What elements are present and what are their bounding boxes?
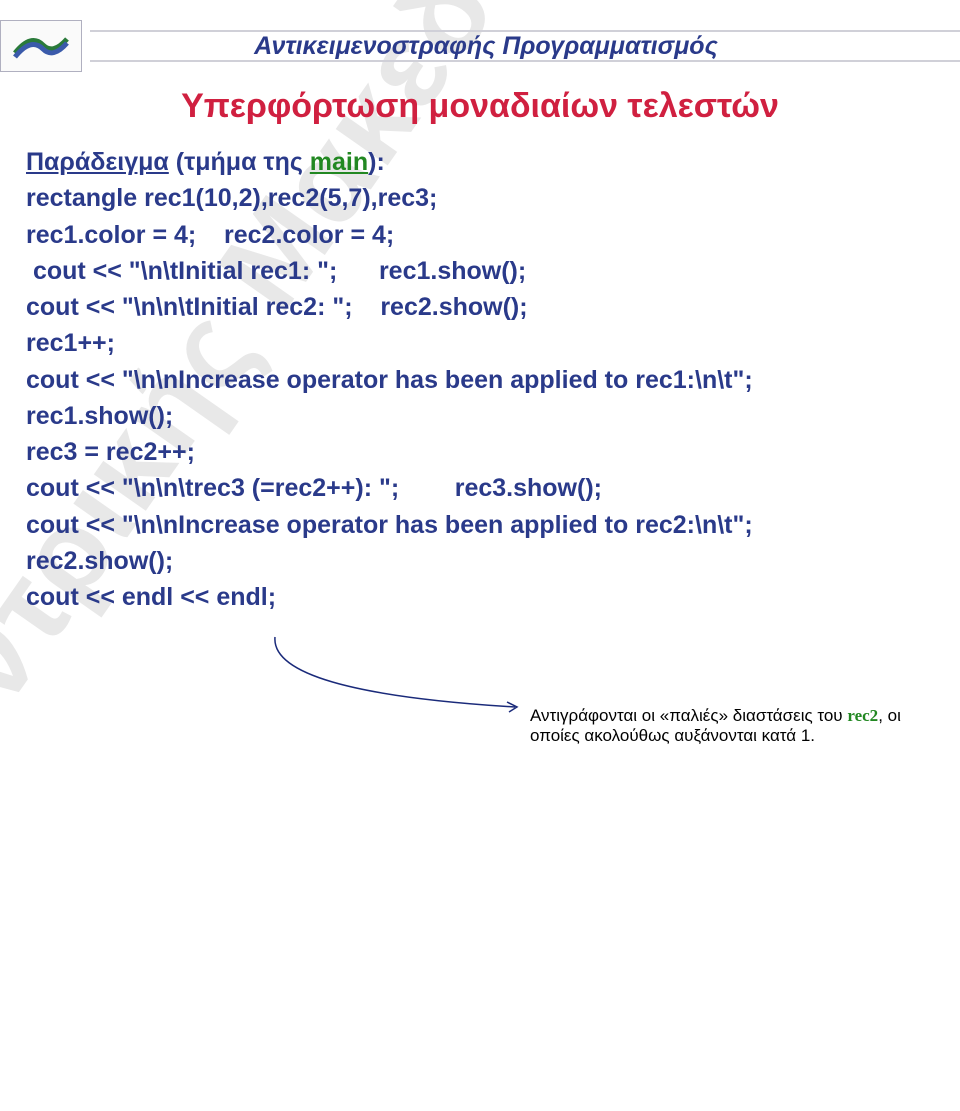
code-line-3: rec1.color = 4; rec2.color = 4; [26,217,960,253]
note-identifier: rec2 [847,706,878,725]
logo-glyph [13,31,69,61]
code-line-7: cout << "\n\nIncrease operator has been … [26,362,960,398]
code-line-6: rec1++; [26,325,960,361]
code-line-1: Παράδειγμα (τμήμα της main): [26,144,960,180]
code-line-9: rec3 = rec2++; [26,434,960,470]
header-title: Αντικειμενοστραφής Προγραμματισμός [92,32,960,61]
header: Αντικειμενοστραφής Προγραμματισμός [0,20,960,72]
code-line-8: rec1.show(); [26,398,960,434]
code-line-13: cout << endl << endl; [26,579,960,615]
annotation-note: Αντιγράφονται οι «παλιές» διαστάσεις του… [530,706,930,746]
logo [0,20,82,72]
code-line-5: cout << "\n\n\tInitial rec2: "; rec2.sho… [26,289,960,325]
code-line-12: rec2.show(); [26,543,960,579]
section-title: Υπερφόρτωση μοναδιαίων τελεστών [0,87,960,126]
code-block: Παράδειγμα (τμήμα της main): rectangle r… [0,144,960,615]
code-line-11: cout << "\n\nIncrease operator has been … [26,507,960,543]
note-text-1: Αντιγράφονται οι «παλιές» διαστάσεις του [530,706,847,725]
code-line-2: rectangle rec1(10,2),rec2(5,7),rec3; [26,180,960,216]
code-line-4: cout << "\n\tInitial rec1: "; rec1.show(… [26,253,960,289]
arrow-annotation [265,632,525,722]
code-line-10: cout << "\n\n\trec3 (=rec2++): "; rec3.s… [26,470,960,506]
